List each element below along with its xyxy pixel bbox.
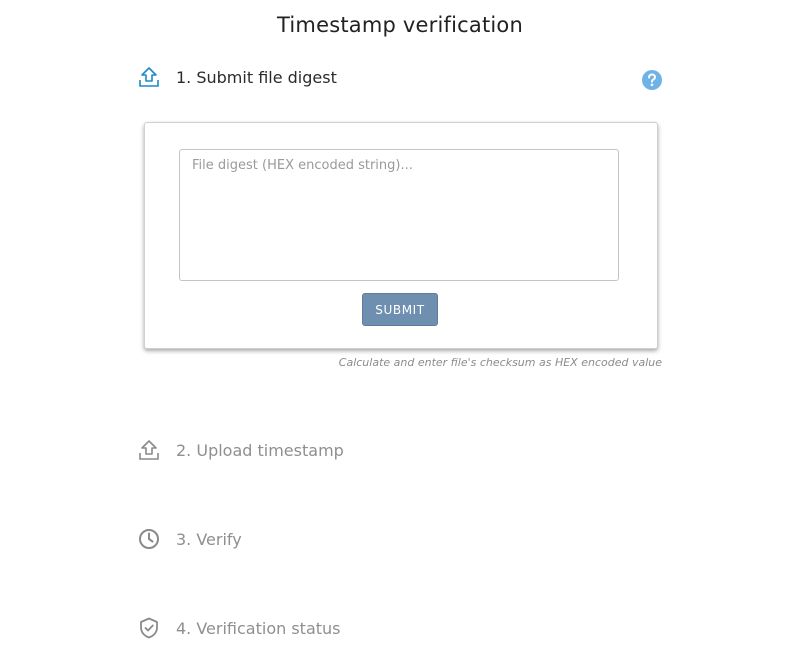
step-label: 2. Upload timestamp <box>176 440 344 460</box>
digest-form-card: SUBMIT <box>144 122 658 349</box>
step-label: 3. Verify <box>176 529 242 549</box>
step-upload-timestamp[interactable]: 2. Upload timestamp <box>136 437 344 463</box>
step-verify[interactable]: 3. Verify <box>136 526 242 552</box>
step-label: 4. Verification status <box>176 618 341 638</box>
file-digest-input[interactable] <box>179 149 619 281</box>
step-verification-status[interactable]: 4. Verification status <box>136 615 341 641</box>
step-submit-file-digest[interactable]: 1. Submit file digest <box>136 64 337 90</box>
step-label: 1. Submit file digest <box>176 67 337 87</box>
digest-hint: Calculate and enter file's checksum as H… <box>338 356 662 369</box>
page-title: Timestamp verification <box>277 13 523 37</box>
submit-button[interactable]: SUBMIT <box>362 293 438 326</box>
shield-check-icon <box>136 615 162 641</box>
question-circle-icon[interactable] <box>641 69 663 91</box>
upload-icon <box>136 64 162 90</box>
upload-icon <box>136 437 162 463</box>
clock-icon <box>136 526 162 552</box>
